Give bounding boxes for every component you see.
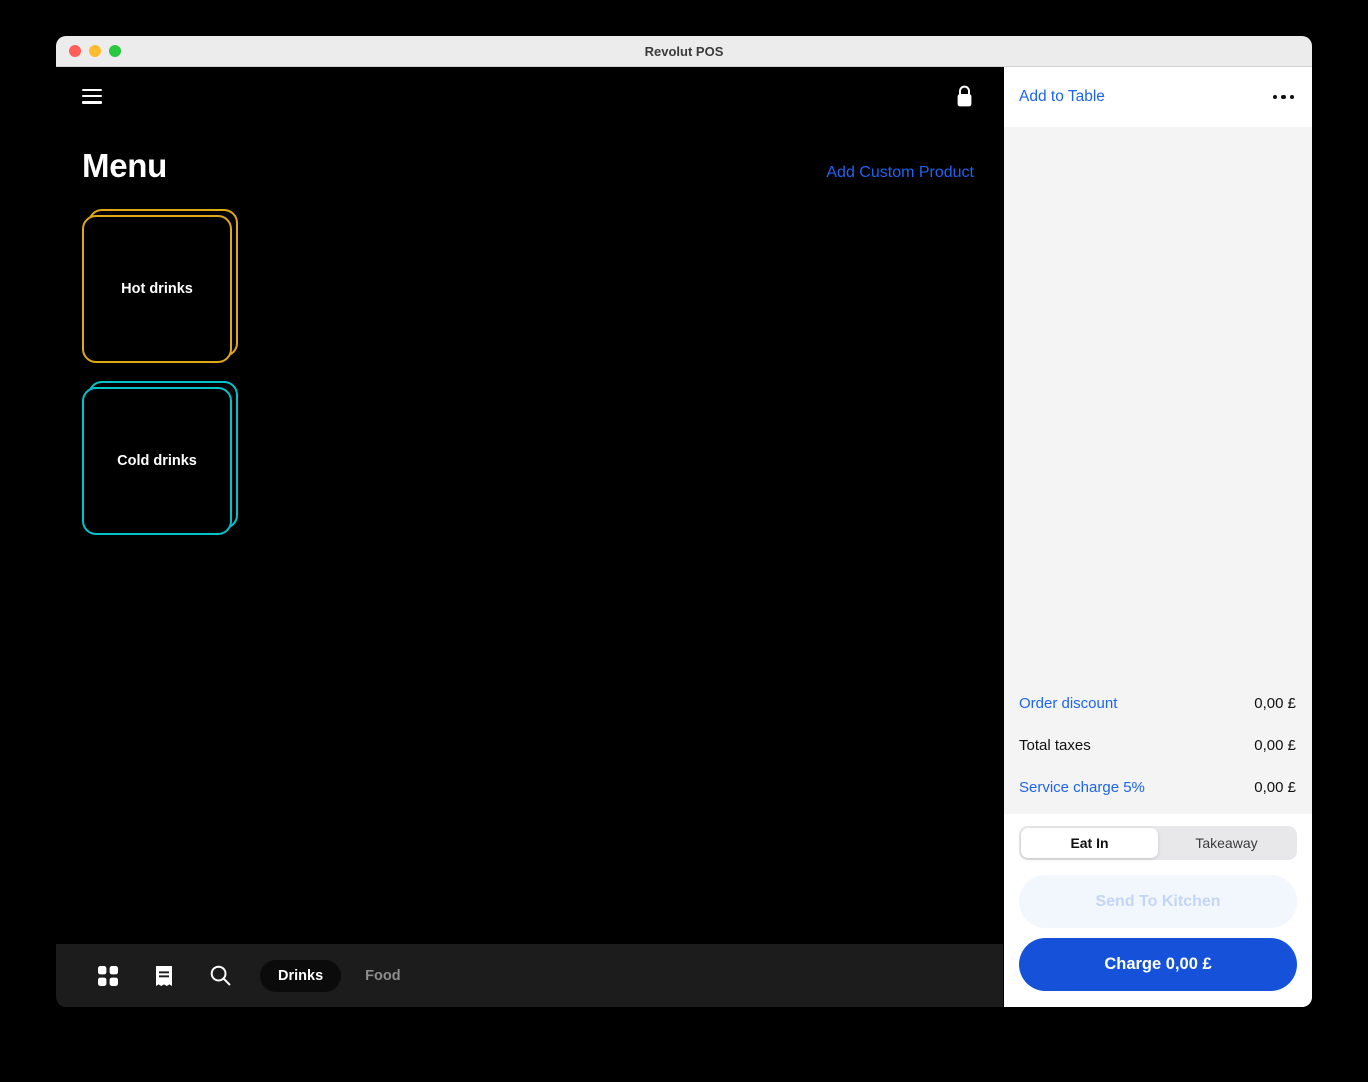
menu-tabs: Drinks Food — [260, 959, 419, 992]
traffic-lights — [56, 45, 121, 57]
summary-value: 0,00 £ — [1254, 778, 1296, 796]
cart-header: Add to Table — [1004, 67, 1312, 127]
window-body: Menu Add Custom Product Hot drinks Cold … — [56, 67, 1312, 1007]
card-face[interactable]: Hot drinks — [82, 215, 232, 363]
summary-label: Total taxes — [1019, 736, 1091, 754]
receipt-icon[interactable] — [136, 956, 192, 996]
service-mode-toggle: Eat In Takeaway — [1019, 826, 1297, 860]
summary-label[interactable]: Service charge 5% — [1019, 779, 1145, 796]
tab-food[interactable]: Food — [347, 960, 418, 992]
summary-row-service-charge[interactable]: Service charge 5% 0,00 £ — [1019, 766, 1296, 808]
service-mode-takeaway[interactable]: Takeaway — [1158, 828, 1295, 858]
tab-drinks[interactable]: Drinks — [260, 959, 342, 992]
category-grid: Hot drinks Cold drinks — [56, 185, 1003, 944]
summary-label[interactable]: Order discount — [1019, 695, 1117, 712]
cart-footer: Eat In Takeaway Send To Kitchen Charge 0… — [1004, 814, 1312, 1007]
cart-items-list — [1004, 127, 1312, 682]
ellipsis-icon[interactable] — [1271, 89, 1297, 106]
pos-main-panel: Menu Add Custom Product Hot drinks Cold … — [56, 67, 1003, 1007]
lock-icon[interactable] — [955, 85, 974, 108]
hamburger-icon[interactable] — [82, 88, 102, 104]
summary-row-total-taxes: Total taxes 0,00 £ — [1019, 724, 1296, 766]
pos-header: Menu Add Custom Product — [56, 147, 1003, 185]
page-title: Menu — [82, 147, 167, 184]
grid-icon[interactable] — [80, 956, 136, 996]
summary-row-order-discount[interactable]: Order discount 0,00 £ — [1019, 682, 1296, 724]
category-label: Cold drinks — [117, 453, 197, 469]
app-window: Revolut POS Menu Add Custom Product Hot … — [56, 36, 1312, 1007]
order-summary: Order discount 0,00 £ Total taxes 0,00 £… — [1004, 682, 1312, 814]
service-mode-eat-in[interactable]: Eat In — [1021, 828, 1158, 858]
charge-button[interactable]: Charge 0,00 £ — [1019, 938, 1297, 991]
search-icon[interactable] — [192, 956, 248, 996]
maximize-window-button[interactable] — [109, 45, 121, 57]
window-titlebar: Revolut POS — [56, 36, 1312, 67]
summary-value: 0,00 £ — [1254, 736, 1296, 754]
add-to-table-button[interactable]: Add to Table — [1019, 88, 1105, 106]
cart-panel: Add to Table Order discount 0,00 £ Total… — [1003, 67, 1312, 1007]
window-title: Revolut POS — [644, 43, 724, 59]
category-card-cold-drinks[interactable]: Cold drinks — [82, 381, 238, 535]
card-face[interactable]: Cold drinks — [82, 387, 232, 535]
add-custom-product-button[interactable]: Add Custom Product — [826, 164, 974, 182]
pos-bottom-toolbar: Drinks Food — [56, 944, 1003, 1007]
pos-topbar — [56, 67, 1003, 125]
summary-value: 0,00 £ — [1254, 694, 1296, 712]
minimize-window-button[interactable] — [89, 45, 101, 57]
category-card-hot-drinks[interactable]: Hot drinks — [82, 209, 238, 363]
send-to-kitchen-button: Send To Kitchen — [1019, 875, 1297, 928]
category-label: Hot drinks — [121, 281, 193, 297]
close-window-button[interactable] — [69, 45, 81, 57]
